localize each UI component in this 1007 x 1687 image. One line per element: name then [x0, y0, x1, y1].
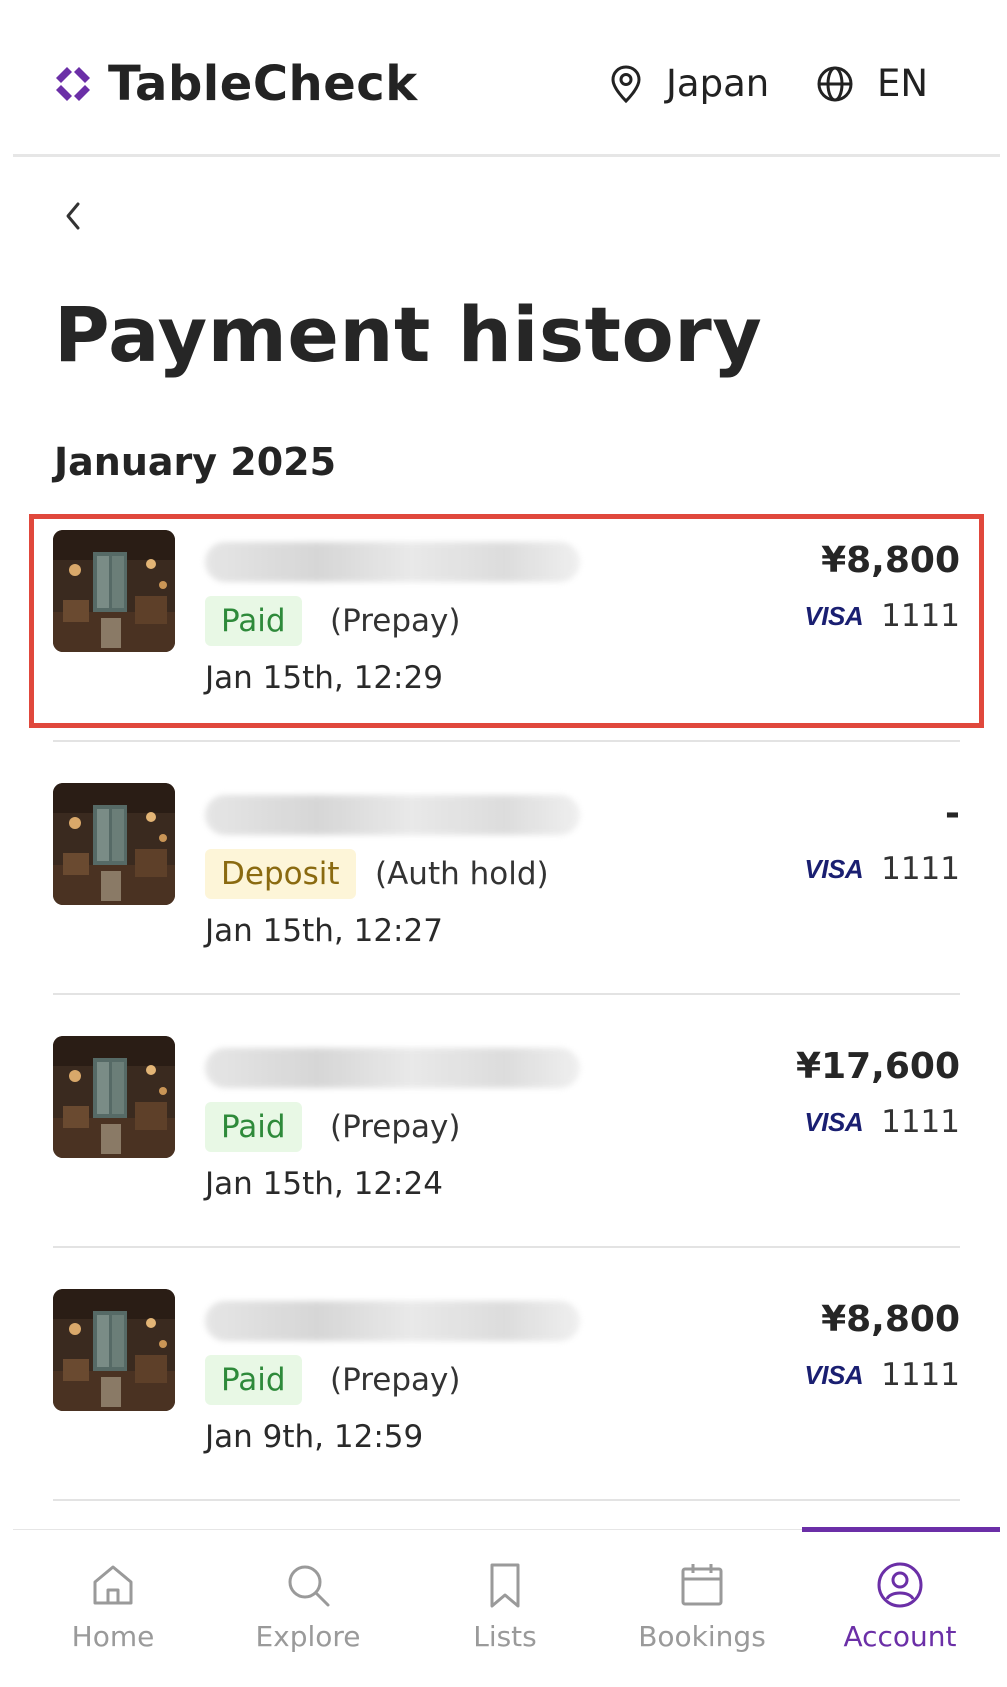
restaurant-thumbnail-image — [53, 530, 175, 652]
language-selector[interactable]: EN — [815, 62, 928, 105]
payment-item[interactable]: Paid (Prepay) Jan 9th, 12:59 ¥8,800 VISA 1111 — [53, 1289, 960, 1489]
item-divider — [53, 1499, 960, 1501]
payment-amount: - — [945, 793, 960, 834]
nav-account[interactable]: Account — [800, 1560, 1000, 1670]
nav-label-home: Home — [71, 1620, 155, 1653]
restaurant-thumbnail-image — [53, 1289, 175, 1411]
brand-name: TableCheck — [108, 56, 418, 112]
brand[interactable]: TableCheck — [52, 56, 418, 112]
month-heading: January 2025 — [54, 440, 337, 484]
payment-status-badge: Paid — [205, 1102, 302, 1152]
nav-lists[interactable]: Lists — [405, 1560, 605, 1670]
calendar-icon — [681, 1564, 723, 1606]
payment-type: (Prepay) — [330, 1362, 461, 1398]
restaurant-thumbnail-image — [53, 783, 175, 905]
nav-active-indicator — [802, 1527, 1000, 1532]
restaurant-thumbnail — [53, 1289, 175, 1411]
restaurant-name-redacted — [205, 795, 580, 835]
globe-icon — [817, 66, 853, 101]
payment-card: VISA 1111 — [804, 1357, 960, 1393]
visa-logo: VISA — [804, 600, 864, 631]
payment-type: (Prepay) — [330, 603, 461, 639]
payment-card: VISA 1111 — [804, 1104, 960, 1140]
payment-card: VISA 1111 — [804, 851, 960, 887]
payment-date: Jan 15th, 12:29 — [205, 660, 443, 696]
region-selector[interactable]: Japan — [608, 62, 769, 105]
payment-status-badge: Paid — [205, 1355, 302, 1405]
nav-home[interactable]: Home — [13, 1560, 213, 1670]
payment-item[interactable]: Paid (Prepay) Jan 15th, 12:29 ¥8,800 VISA 111… — [53, 530, 960, 730]
restaurant-thumbnail — [53, 530, 175, 652]
item-divider — [53, 1246, 960, 1248]
restaurant-name-redacted — [205, 1048, 580, 1088]
nav-bookings[interactable]: Bookings — [602, 1560, 802, 1670]
search-icon — [288, 1565, 330, 1607]
visa-logo: VISA — [804, 853, 864, 884]
region-label: Japan — [666, 62, 770, 105]
chevron-left-icon — [66, 202, 80, 230]
item-divider — [53, 740, 960, 742]
payment-amount: ¥8,800 — [821, 1299, 960, 1340]
payment-type: (Auth hold) — [375, 856, 549, 892]
card-last4: 1111 — [881, 1357, 960, 1393]
app-header: TableCheck Japan EN — [0, 0, 1007, 158]
header-divider — [13, 154, 1000, 157]
card-last4: 1111 — [881, 851, 960, 887]
restaurant-thumbnail-image — [53, 1036, 175, 1158]
payment-status-badge: Deposit — [205, 849, 356, 899]
payment-date: Jan 9th, 12:59 — [205, 1419, 424, 1455]
nav-label-lists: Lists — [473, 1620, 537, 1653]
payment-amount: ¥8,800 — [821, 540, 960, 581]
bookmark-icon — [490, 1563, 520, 1608]
card-last4: 1111 — [881, 1104, 960, 1140]
nav-label-explore: Explore — [255, 1620, 361, 1653]
page-title: Payment history — [54, 290, 763, 379]
payment-status-badge: Paid — [205, 596, 302, 646]
payment-card: VISA 1111 — [804, 598, 960, 634]
item-divider — [53, 993, 960, 995]
nav-explore[interactable]: Explore — [208, 1560, 408, 1670]
home-icon — [93, 1565, 133, 1605]
restaurant-name-redacted — [205, 1301, 580, 1341]
restaurant-name-redacted — [205, 542, 580, 582]
payment-date: Jan 15th, 12:24 — [205, 1166, 443, 1202]
nav-label-bookings: Bookings — [638, 1620, 766, 1653]
nav-label-account: Account — [843, 1620, 957, 1653]
account-icon — [877, 1562, 923, 1608]
payment-date: Jan 15th, 12:27 — [205, 913, 443, 949]
language-label: EN — [877, 62, 929, 105]
location-pin-icon — [611, 64, 641, 103]
visa-logo: VISA — [804, 1359, 864, 1390]
restaurant-thumbnail — [53, 783, 175, 905]
visa-logo: VISA — [804, 1106, 864, 1137]
back-button[interactable] — [56, 196, 92, 236]
restaurant-thumbnail — [53, 1036, 175, 1158]
payment-item[interactable]: Paid (Prepay) Jan 15th, 12:24 ¥17,600 VISA 11… — [53, 1036, 960, 1236]
payment-amount: ¥17,600 — [796, 1046, 960, 1087]
payment-type: (Prepay) — [330, 1109, 461, 1145]
tablecheck-logo-icon — [56, 67, 90, 101]
payment-item[interactable]: Deposit (Auth hold) Jan 15th, 12:27 - VISA 11… — [53, 783, 960, 983]
card-last4: 1111 — [881, 598, 960, 634]
